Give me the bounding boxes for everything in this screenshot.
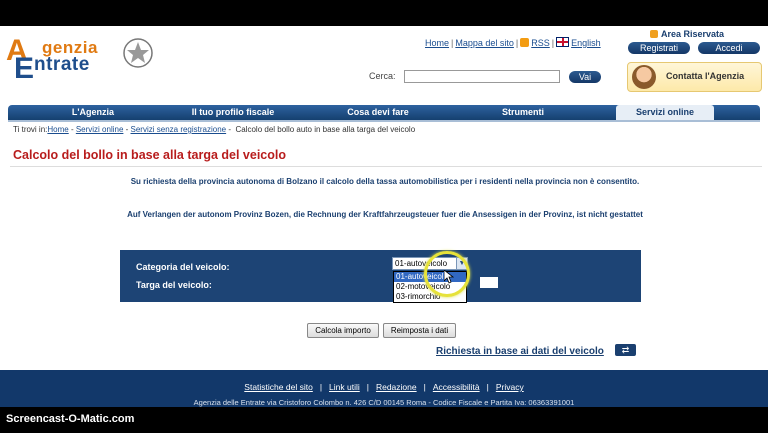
title-divider [10, 166, 762, 167]
republic-emblem-icon [123, 38, 153, 68]
registrati-button[interactable]: Registrati [628, 42, 690, 54]
footer-link-utili[interactable]: Link utili [329, 382, 360, 392]
accedi-button[interactable]: Accedi [698, 42, 760, 54]
calcola-importo-button[interactable]: Calcola importo [307, 323, 379, 338]
main-navigation: L'Agenzia Il tuo profilo fiscale Cosa de… [8, 105, 760, 120]
rss-icon [520, 38, 530, 47]
richiesta-dati-veicolo-link[interactable]: Richiesta in base ai dati del veicolo [436, 346, 604, 357]
targa-label: Targa del veicolo: [136, 280, 212, 290]
contatta-agenzia-button[interactable]: Contatta l'Agenzia [627, 62, 762, 92]
swap-arrows-icon[interactable]: ⇄ [615, 344, 636, 356]
top-utility-links: Home | Mappa del sito | RSS | English [425, 37, 601, 48]
breadcrumb: Ti trovi in:Home - Servizi online - Serv… [13, 125, 416, 134]
page-title: Calcolo del bollo in base alla targa del… [13, 148, 286, 162]
breadcrumb-home[interactable]: Home [47, 125, 68, 134]
nav-underline [8, 120, 760, 122]
area-riservata-text: Area Riservata [661, 29, 725, 39]
footer-links: Statistiche del sito | Link utili | Redazion… [0, 382, 768, 392]
footer-accessibilita-link[interactable]: Accessibilità [433, 382, 480, 392]
logo-letter-e: E [14, 52, 35, 85]
lock-icon [650, 30, 658, 38]
area-riservata-label: Area Riservata [650, 29, 724, 39]
breadcrumb-current: Calcolo del bollo auto in base alla targ… [235, 125, 416, 134]
home-link[interactable]: Home [425, 38, 449, 48]
categoria-label: Categoria del veicolo: [136, 262, 230, 272]
screencast-watermark: Screencast-O-Matic.com [6, 413, 135, 425]
video-top-letterbox [0, 0, 768, 26]
browser-page: A genzia E ntrate Home | Mappa del sito | RS… [0, 26, 768, 407]
agenzia-entrate-logo[interactable]: A genzia E ntrate [0, 26, 160, 85]
mouse-cursor-icon [444, 270, 454, 284]
search-input[interactable] [404, 70, 560, 83]
logo-word-entrate: ntrate [34, 54, 90, 75]
nav-item-agenzia[interactable]: L'Agenzia [48, 105, 138, 120]
footer-statistiche-link[interactable]: Statistiche del sito [244, 382, 313, 392]
targa-input[interactable] [480, 277, 498, 288]
footer-address: Agenzia delle Entrate via Cristoforo Col… [193, 398, 575, 407]
reimposta-dati-button[interactable]: Reimposta i dati [383, 323, 456, 338]
contatta-label: Contatta l'Agenzia [666, 71, 745, 81]
nav-item-profilo-fiscale[interactable]: Il tuo profilo fiscale [168, 105, 298, 120]
footer-separator: | [319, 382, 323, 392]
search-label: Cerca: [369, 71, 396, 81]
english-link[interactable]: English [571, 38, 601, 48]
video-bottom-letterbox: Screencast-O-Matic.com [0, 407, 768, 433]
footer-separator: | [423, 382, 426, 392]
breadcrumb-servizi-senza-registrazione[interactable]: Servizi senza registrazione [131, 125, 227, 134]
operator-avatar-icon [632, 65, 656, 89]
nav-item-cosa-devi-fare[interactable]: Cosa devi fare [328, 105, 428, 120]
rss-link[interactable]: RSS [531, 38, 550, 48]
vehicle-form: Categoria del veicolo: Targa del veicolo… [120, 250, 641, 302]
nav-item-servizi-online[interactable]: Servizi online [616, 105, 714, 120]
breadcrumb-prefix: Ti trovi in: [13, 125, 48, 134]
link-separator: | [451, 38, 454, 48]
footer-separator: | [366, 382, 369, 392]
footer-redazione-link[interactable]: Redazione [376, 382, 417, 392]
footer-separator: | [486, 382, 489, 392]
notice-italian: Su richiesta della provincia autonoma di… [130, 177, 640, 186]
breadcrumb-servizi-online[interactable]: Servizi online [76, 125, 124, 134]
search-button[interactable]: Vai [569, 71, 601, 83]
nav-item-strumenti[interactable]: Strumenti [478, 105, 568, 120]
notice-german: Auf Verlangen der autonom Provinz Bozen,… [127, 210, 643, 219]
uk-flag-icon [556, 37, 570, 47]
footer-privacy-link[interactable]: Privacy [496, 382, 524, 392]
link-separator: | [515, 38, 519, 48]
sitemap-link[interactable]: Mappa del sito [455, 38, 514, 48]
link-separator: | [551, 38, 555, 48]
